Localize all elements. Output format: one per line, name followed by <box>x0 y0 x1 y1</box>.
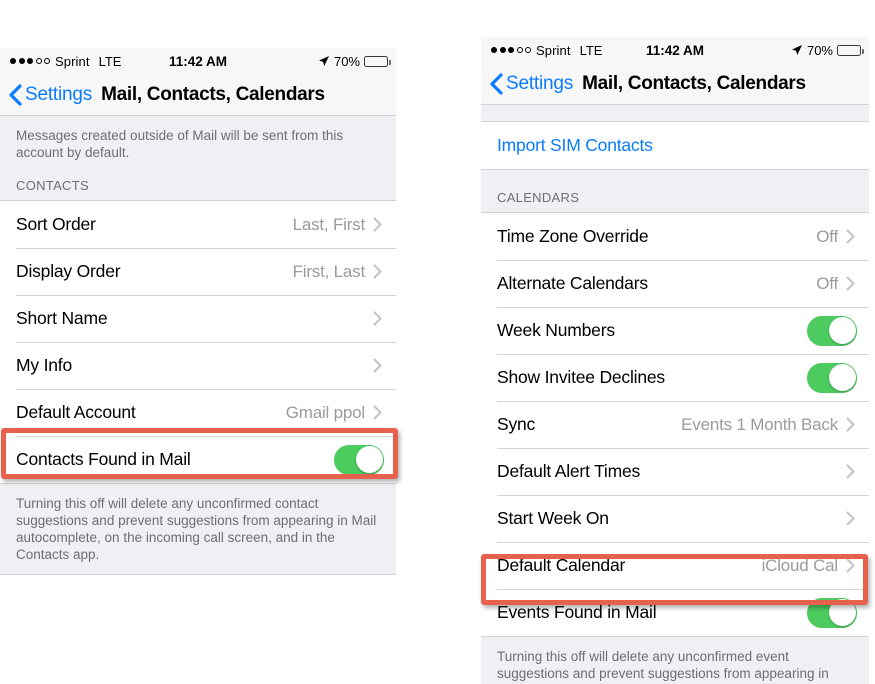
section-header-calendars: CALENDARS <box>481 184 869 213</box>
location-arrow-icon <box>791 44 803 56</box>
row-value: Last, First <box>292 214 366 234</box>
status-bar-right-group: 70% <box>318 53 391 69</box>
row-sync[interactable]: Sync Events 1 Month Back <box>481 401 869 448</box>
row-label: Contacts Found in Mail <box>16 449 191 469</box>
toggle-knob <box>355 446 383 473</box>
row-label: Display Order <box>16 261 121 281</box>
chevron-right-icon <box>846 464 855 479</box>
row-label: Sync <box>497 414 536 434</box>
row-my-info[interactable]: My Info <box>0 342 396 389</box>
location-arrow-icon <box>318 55 330 67</box>
battery-icon <box>364 55 391 67</box>
right-phone-screenshot: Sprint LTE 11:42 AM 70% Settings Mail, C… <box>481 37 869 684</box>
section-gap <box>481 170 869 184</box>
back-button-label[interactable]: Settings <box>25 84 92 106</box>
toggle-knob <box>828 317 856 344</box>
row-label: Alternate Calendars <box>497 273 648 293</box>
row-alternate-calendars[interactable]: Alternate Calendars Off <box>481 260 869 307</box>
row-label: Start Week On <box>497 508 609 528</box>
battery-percent-label: 70% <box>806 42 833 58</box>
row-value: Off <box>816 226 838 246</box>
chevron-right-icon <box>373 358 382 373</box>
row-label: Import SIM Contacts <box>497 135 653 155</box>
row-short-name[interactable]: Short Name <box>0 295 396 342</box>
toggle-week-numbers[interactable] <box>807 315 857 346</box>
row-label: Default Account <box>16 402 136 422</box>
battery-percent-label: 70% <box>333 53 360 69</box>
row-time-zone-override[interactable]: Time Zone Override Off <box>481 213 869 260</box>
status-bar-right-group: 70% <box>791 42 864 58</box>
chevron-right-icon <box>846 558 855 573</box>
row-value: Events 1 Month Back <box>681 414 838 434</box>
row-default-calendar[interactable]: Default Calendar iCloud Cal <box>481 542 869 589</box>
toggle-events-found-in-mail[interactable] <box>807 597 857 628</box>
toggle-knob <box>828 364 856 391</box>
left-settings-list: Messages created outside of Mail will be… <box>0 116 396 575</box>
row-display-order[interactable]: Display Order First, Last <box>0 248 396 295</box>
row-label: Time Zone Override <box>497 226 649 246</box>
status-bar-right: Sprint LTE 11:42 AM 70% <box>481 37 869 63</box>
row-default-alert-times[interactable]: Default Alert Times <box>481 448 869 495</box>
row-contacts-found-in-mail[interactable]: Contacts Found in Mail <box>0 436 396 483</box>
status-bar-left: Sprint LTE 11:42 AM 70% <box>0 48 396 74</box>
row-value: Off <box>816 273 838 293</box>
footnote-contacts-found-in-mail: Turning this off will delete any unconfi… <box>0 484 396 574</box>
row-label: Default Alert Times <box>497 461 641 481</box>
navigation-bar-left: Settings Mail, Contacts, Calendars <box>0 74 396 116</box>
row-import-sim-contacts[interactable]: Import SIM Contacts <box>481 122 869 169</box>
row-label: Sort Order <box>16 214 96 234</box>
row-label: My Info <box>16 355 72 375</box>
chevron-right-icon <box>373 217 382 232</box>
footnote-default-account: Messages created outside of Mail will be… <box>0 116 396 172</box>
row-default-account[interactable]: Default Account Gmail ppol <box>0 389 396 436</box>
row-value: Gmail ppol <box>285 402 365 422</box>
row-events-found-in-mail[interactable]: Events Found in Mail <box>481 589 869 636</box>
row-label: Show Invitee Declines <box>497 367 665 387</box>
back-button-label[interactable]: Settings <box>506 73 573 95</box>
toggle-knob <box>828 599 856 626</box>
left-phone-screenshot: Sprint LTE 11:42 AM 70% Settings Mail, C… <box>0 48 396 619</box>
chevron-right-icon <box>846 276 855 291</box>
toggle-show-invitee-declines[interactable] <box>807 362 857 393</box>
row-show-invitee-declines[interactable]: Show Invitee Declines <box>481 354 869 401</box>
row-label: Short Name <box>16 308 108 328</box>
chevron-right-icon <box>846 417 855 432</box>
toggle-contacts-found-in-mail[interactable] <box>334 444 384 475</box>
section-header-contacts: CONTACTS <box>0 172 396 201</box>
chevron-right-icon <box>373 264 382 279</box>
page-title: Mail, Contacts, Calendars <box>101 83 325 105</box>
right-settings-list: Import SIM Contacts CALENDARS Time Zone … <box>481 105 869 684</box>
row-start-week-on[interactable]: Start Week On <box>481 495 869 542</box>
page-title: Mail, Contacts, Calendars <box>582 72 806 94</box>
chevron-right-icon <box>373 311 382 326</box>
battery-icon <box>837 44 864 56</box>
row-sort-order[interactable]: Sort Order Last, First <box>0 201 396 248</box>
chevron-right-icon <box>846 511 855 526</box>
screenshot-canvas: Sprint LTE 11:42 AM 70% Settings Mail, C… <box>0 0 875 684</box>
footnote-events-found-in-mail: Turning this off will delete any unconfi… <box>481 637 869 684</box>
row-label: Default Calendar <box>497 555 626 575</box>
row-value: iCloud Cal <box>761 555 839 575</box>
row-label: Events Found in Mail <box>497 602 657 622</box>
row-label: Week Numbers <box>497 320 615 340</box>
row-value: First, Last <box>292 261 366 281</box>
footnote-bottom-divider <box>0 574 396 575</box>
back-chevron-icon[interactable] <box>489 72 503 95</box>
chevron-right-icon <box>846 229 855 244</box>
chevron-right-icon <box>373 405 382 420</box>
top-group-gap <box>481 105 869 122</box>
row-week-numbers[interactable]: Week Numbers <box>481 307 869 354</box>
back-chevron-icon[interactable] <box>8 83 22 106</box>
navigation-bar-right: Settings Mail, Contacts, Calendars <box>481 63 869 105</box>
